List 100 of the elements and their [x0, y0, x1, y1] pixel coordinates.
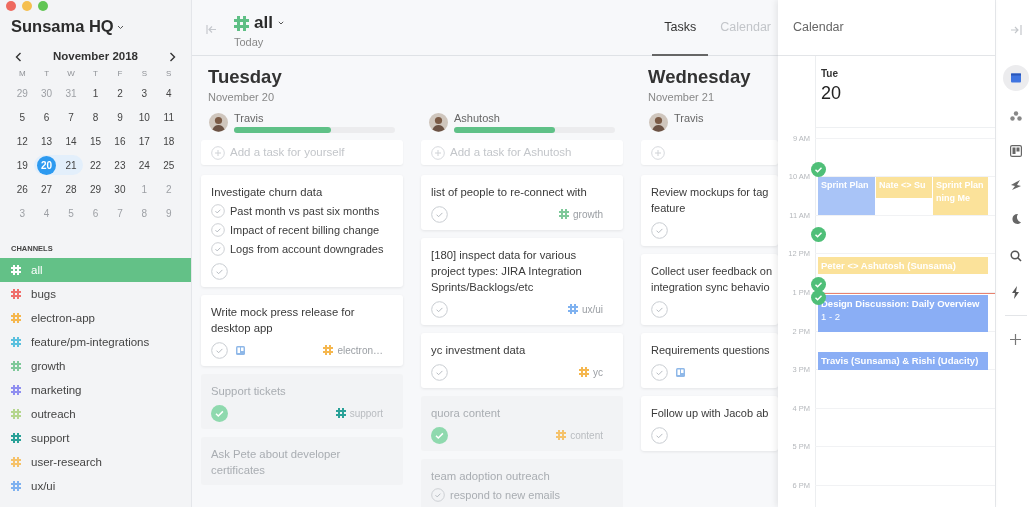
task-card[interactable]: Review mockups for tag feature — [641, 175, 778, 246]
add-icon[interactable] — [1010, 334, 1021, 345]
check-circle-icon[interactable] — [431, 300, 448, 318]
channel-item[interactable]: electron-app — [0, 306, 191, 331]
day-date: November 20 — [208, 90, 276, 105]
channel-item[interactable]: bugs — [0, 282, 191, 307]
collapse-panel-icon[interactable] — [1009, 25, 1022, 35]
calendar-icon[interactable] — [1002, 65, 1029, 91]
calendar-day[interactable]: 15 — [86, 131, 105, 151]
task-card[interactable]: Follow up with Jacob ab — [641, 396, 778, 451]
check-circle-icon[interactable] — [651, 363, 668, 381]
task-title: quora content — [431, 406, 502, 421]
minimize-window-icon[interactable] — [22, 1, 32, 10]
event-title: Sprint Plan — [821, 179, 870, 192]
channel-item[interactable]: support — [0, 426, 191, 451]
task-title: [180] inspect data for various project types: JIRA Integration Sprints/Backlogs/etc — [431, 248, 583, 295]
board-icon[interactable] — [1009, 145, 1022, 157]
calendar-day[interactable]: 5 — [12, 107, 32, 127]
channel-item[interactable]: user-research — [0, 450, 191, 475]
calendar-day[interactable]: 23 — [110, 155, 130, 175]
task-card[interactable]: list of people to re-connect with growth — [421, 175, 623, 230]
weekday-label: T — [93, 68, 98, 80]
subtask-text: Logs from account downgrades — [230, 242, 384, 257]
checked-circle-icon[interactable] — [431, 426, 448, 444]
check-circle-icon[interactable] — [211, 242, 225, 256]
day-date: November 21 — [648, 90, 716, 105]
previous-month-icon[interactable] — [15, 52, 22, 62]
task-title: Write mock press release for desktop app — [211, 305, 356, 336]
task-card[interactable]: Write mock press release for desktop app electron… — [201, 295, 403, 366]
task-title: Support tickets — [211, 384, 287, 399]
channel-item[interactable]: growth — [0, 354, 191, 379]
task-card[interactable]: Requirements questions — [641, 333, 778, 388]
calendar-day[interactable]: 25 — [159, 155, 179, 175]
calendar-day[interactable]: 21 — [61, 155, 81, 175]
calendar-day[interactable]: 22 — [86, 155, 105, 175]
three-dots-icon[interactable] — [1009, 111, 1022, 121]
calendar-day[interactable]: 9 — [110, 107, 130, 127]
calendar-day[interactable]: 4 — [159, 83, 179, 103]
check-circle-icon[interactable] — [211, 223, 225, 237]
calendar-day[interactable]: 6 — [37, 107, 57, 127]
next-month-icon[interactable] — [169, 52, 176, 62]
close-window-icon[interactable] — [6, 1, 16, 10]
calendar-day[interactable]: 13 — [37, 131, 57, 151]
calendar-day[interactable]: 27 — [37, 179, 57, 199]
calendar-day[interactable]: 29 — [86, 179, 105, 199]
check-circle-icon[interactable] — [651, 300, 668, 318]
channel-item[interactable]: outreach — [0, 402, 191, 427]
calendar-day[interactable]: 17 — [134, 131, 154, 151]
workspace-name[interactable]: Sunsama HQ — [11, 13, 114, 39]
check-circle-icon[interactable] — [211, 262, 228, 280]
calendar-day[interactable]: 14 — [61, 131, 81, 151]
view-tab[interactable]: Tasks — [652, 0, 709, 56]
search-icon[interactable] — [1009, 250, 1022, 262]
avatar-icon — [209, 112, 228, 132]
calendar-day[interactable]: 18 — [159, 131, 179, 151]
calendar-day[interactable]: 8 — [86, 107, 105, 127]
calendar-day[interactable]: 19 — [12, 155, 32, 175]
calendar-day[interactable]: 26 — [12, 179, 32, 199]
calendar-day[interactable]: 7 — [61, 107, 81, 127]
avatar-icon — [429, 112, 448, 132]
calendar-day[interactable]: 3 — [134, 83, 154, 103]
checked-circle-icon[interactable] — [211, 404, 228, 422]
day-number: 20 — [821, 82, 843, 105]
collapse-sidebar-icon[interactable] — [206, 25, 217, 34]
task-title: list of people to re-connect with — [431, 185, 588, 200]
check-circle-icon[interactable] — [651, 221, 668, 239]
moon-icon[interactable] — [1009, 213, 1022, 225]
check-circle-icon[interactable] — [431, 363, 448, 381]
calendar-day[interactable]: 24 — [134, 155, 154, 175]
calendar-day[interactable]: 12 — [12, 131, 32, 151]
check-circle-icon[interactable] — [211, 341, 228, 359]
task-card[interactable]: [180] inspect data for various project types: JIRA Integration Sprints/Backlogs/etc ux/ui — [421, 238, 623, 325]
person-name: Travis — [234, 111, 264, 125]
add-task-field[interactable] — [641, 140, 778, 165]
calendar-day[interactable]: 1 — [86, 83, 105, 103]
channel-title[interactable]: all — [254, 10, 273, 36]
task-card[interactable]: yc investment data yc — [421, 333, 623, 388]
check-circle-icon[interactable] — [651, 426, 668, 444]
lightning-icon[interactable] — [1011, 286, 1020, 299]
check-circle-icon[interactable] — [431, 205, 448, 223]
zoom-window-icon[interactable] — [38, 1, 48, 10]
event-title: Design Discussion: Daily Overview — [821, 297, 981, 310]
event-title: Travis (Sunsama) & Rishi (Udacity) — [821, 354, 980, 367]
calendar-day[interactable]: 10 — [134, 107, 154, 127]
checked-circle-icon — [811, 277, 826, 292]
channel-item[interactable]: feature/pm-integrations — [0, 330, 191, 355]
channel-item[interactable]: ux/ui — [0, 474, 191, 499]
task-card[interactable]: Investigate churn data Past month vs past six months Impact of recent billing change Logs from account downgrades — [201, 175, 403, 287]
channel-item[interactable]: marketing — [0, 378, 191, 403]
check-circle-icon[interactable] — [211, 204, 225, 218]
plus-circle-icon — [211, 145, 225, 160]
calendar-day[interactable]: 2 — [110, 83, 130, 103]
check-circle-icon[interactable] — [431, 488, 445, 502]
event-time: 1 - 2 — [821, 310, 841, 323]
calendar-day[interactable]: 11 — [159, 107, 179, 127]
calendar-day[interactable]: 28 — [61, 179, 81, 199]
task-card[interactable]: Collect user feedback on integration sync behavio — [641, 254, 778, 325]
calendar-day[interactable]: 30 — [110, 179, 130, 199]
calendar-day[interactable]: 16 — [110, 131, 130, 151]
task-title: Review mockups for tag feature — [651, 185, 770, 216]
